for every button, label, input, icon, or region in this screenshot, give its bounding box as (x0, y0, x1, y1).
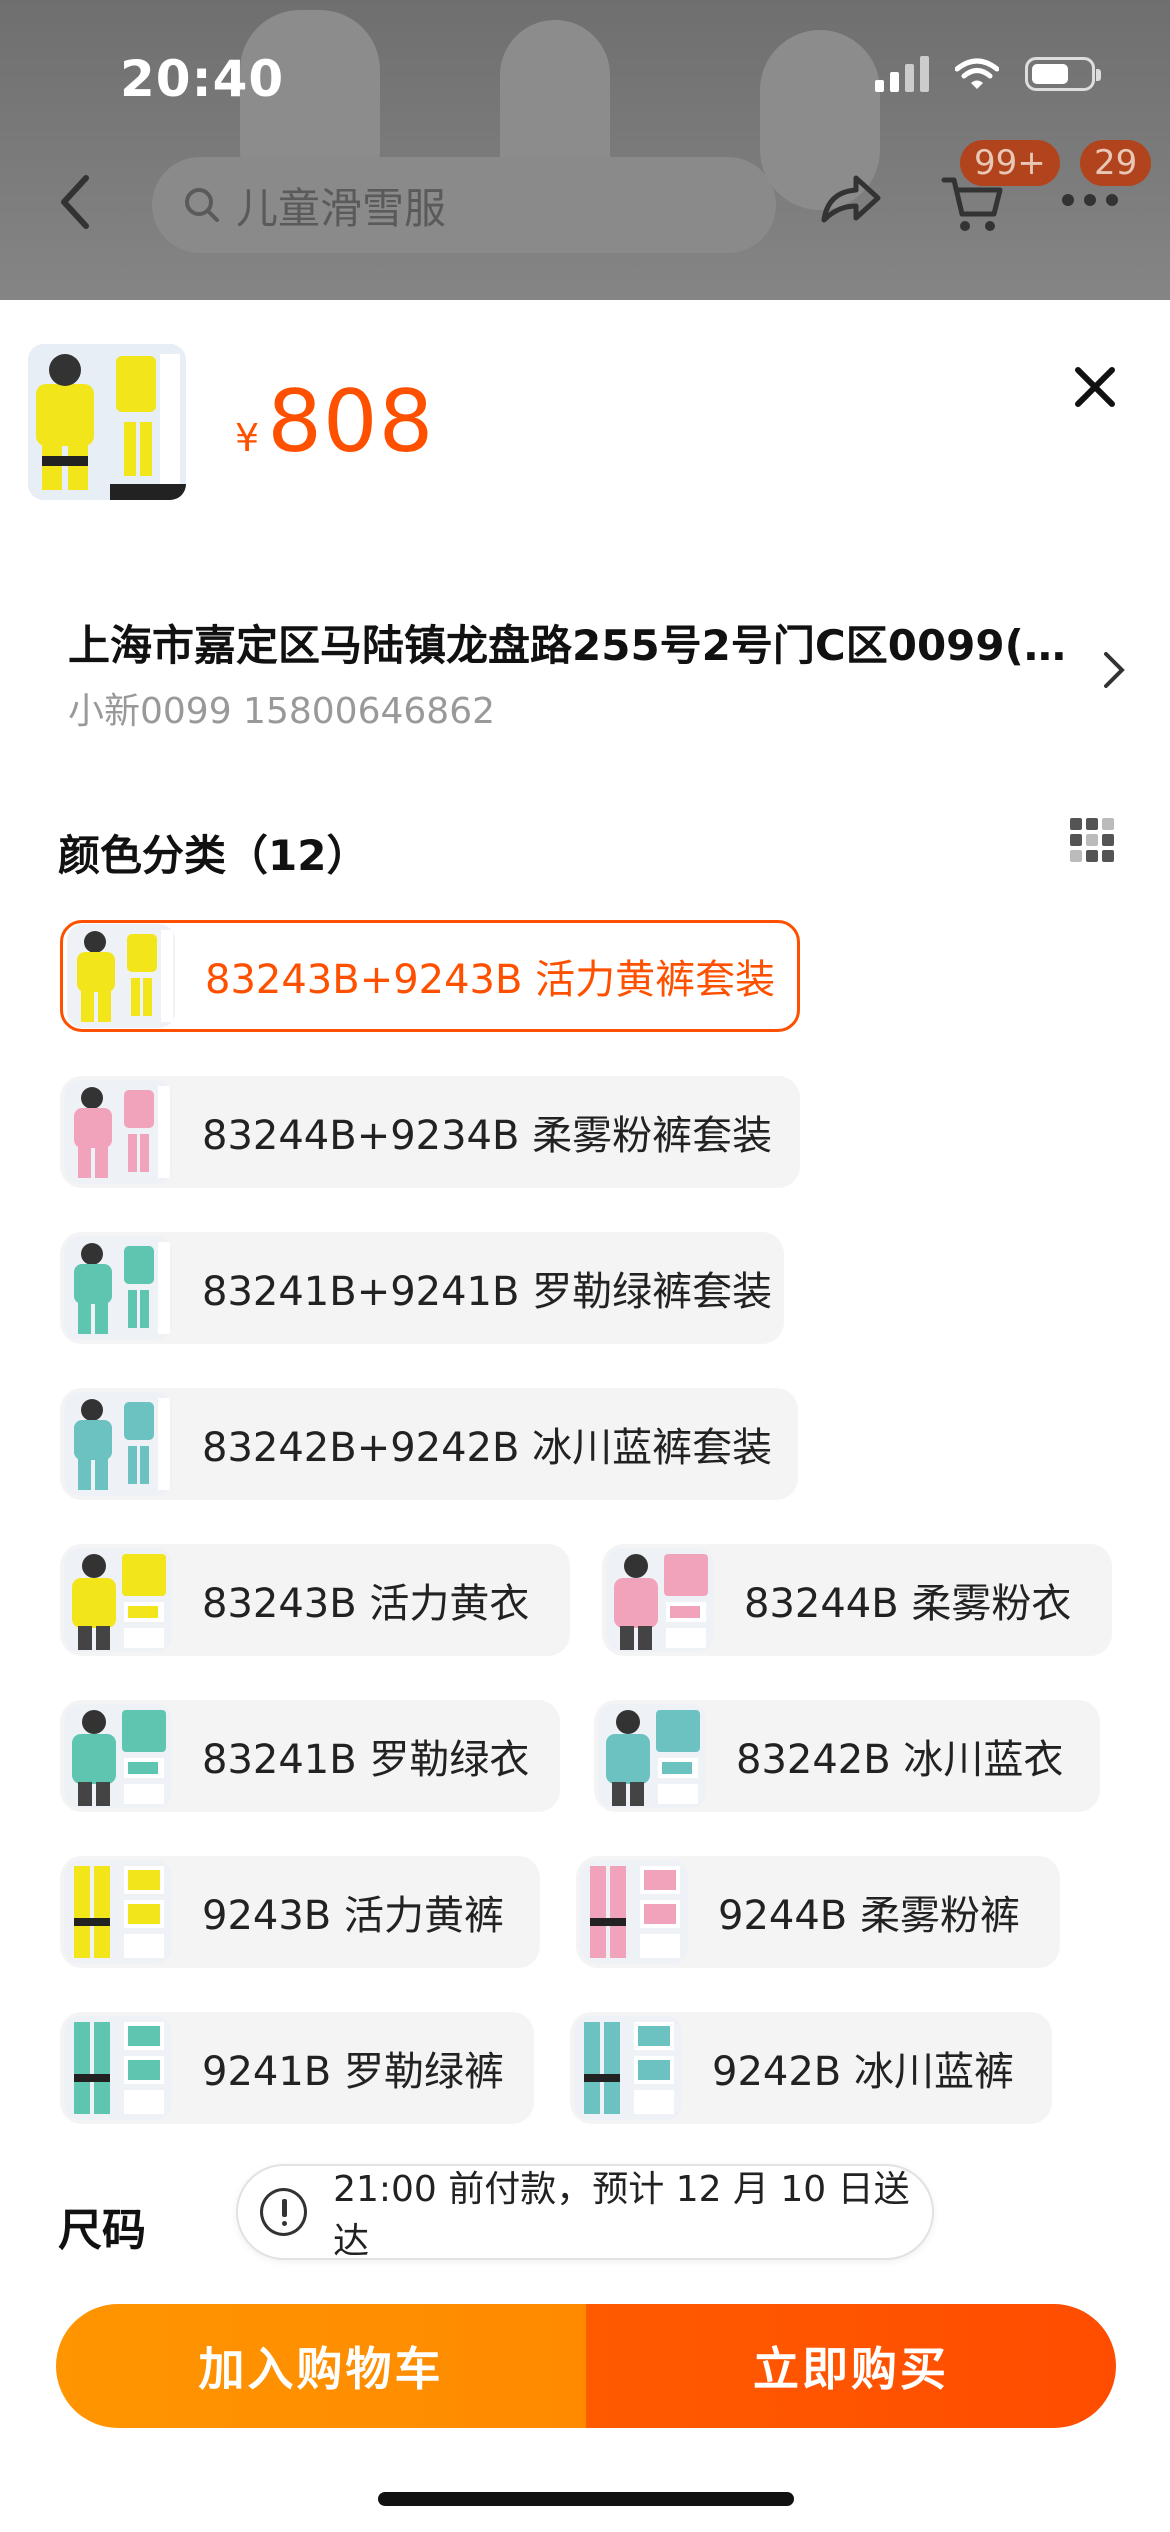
search-input: 儿童滑雪服 (236, 183, 447, 233)
color-option[interactable]: 83244B+9234B 柔雾粉裤套装 (60, 1076, 800, 1188)
color-option-label: 83243B 活力黄衣 (202, 1581, 530, 1627)
color-option-thumbnail (64, 1548, 172, 1652)
color-option-thumbnail (64, 2016, 172, 2120)
size-section-title: 尺码 (58, 2205, 146, 2256)
color-option-thumbnail (598, 1704, 706, 1808)
color-option[interactable]: 83241B 罗勒绿衣 (60, 1700, 560, 1812)
color-option-label: 83244B+9234B 柔雾粉裤套装 (202, 1113, 773, 1159)
color-option-label: 83242B 冰川蓝衣 (736, 1737, 1064, 1783)
color-option[interactable]: 9244B 柔雾粉裤 (576, 1856, 1060, 1968)
color-option-thumbnail (64, 1392, 172, 1496)
color-option[interactable]: 9242B 冰川蓝裤 (570, 2012, 1052, 2124)
search-bar[interactable]: 儿童滑雪服 (152, 157, 776, 253)
status-icons (875, 56, 1101, 92)
wifi-icon (955, 58, 999, 89)
color-option-label: 83242B+9242B 冰川蓝裤套装 (202, 1425, 773, 1471)
color-option[interactable]: 83242B+9242B 冰川蓝裤套装 (60, 1388, 798, 1500)
add-to-cart-button[interactable]: 加入购物车 (56, 2304, 586, 2428)
color-option-thumbnail (574, 2016, 682, 2120)
color-option[interactable]: 83242B 冰川蓝衣 (594, 1700, 1100, 1812)
sku-selector-sheet: ¥ 808 上海市嘉定区马陆镇龙盘路255号2号门C区0099(... 小新00… (0, 300, 1170, 2532)
color-option[interactable]: 83241B+9241B 罗勒绿裤套装 (60, 1232, 784, 1344)
grid-view-icon[interactable] (1070, 818, 1114, 862)
color-option-thumbnail (64, 1236, 172, 1340)
cart-button[interactable]: 99+ (940, 140, 1060, 240)
info-icon (260, 2188, 308, 2236)
price-value: 808 (267, 372, 435, 472)
background-page: 20:40 儿童滑雪服 99+ 29 (0, 0, 1170, 300)
color-option[interactable]: 83243B 活力黄衣 (60, 1544, 570, 1656)
color-option-label: 9242B 冰川蓝裤 (712, 2049, 1014, 2095)
delivery-tip: 21:00 前付款，预计 12 月 10 日送达 (236, 2164, 934, 2262)
color-option-thumbnail (580, 1860, 688, 1964)
color-option[interactable]: 83244B 柔雾粉衣 (602, 1544, 1112, 1656)
color-option-label: 9244B 柔雾粉裤 (718, 1893, 1020, 1939)
status-time: 20:40 (120, 50, 285, 108)
color-option-label: 83241B+9241B 罗勒绿裤套装 (202, 1269, 773, 1315)
color-option[interactable]: 9241B 罗勒绿裤 (60, 2012, 534, 2124)
color-section-title: 颜色分类（12） (58, 831, 369, 880)
more-icon (1062, 194, 1118, 206)
color-option-thumbnail (606, 1548, 714, 1652)
color-option-thumbnail (67, 924, 175, 1028)
color-option-thumbnail (64, 1860, 172, 1964)
address-line: 上海市嘉定区马陆镇龙盘路255号2号门C区0099(... (68, 621, 1068, 670)
product-thumbnail[interactable] (28, 344, 186, 500)
price: ¥ 808 (235, 372, 434, 472)
message-badge: 29 (1080, 140, 1152, 186)
close-icon[interactable] (1070, 362, 1120, 412)
more-button[interactable]: 29 (1060, 140, 1152, 214)
color-option-label: 9241B 罗勒绿裤 (202, 2049, 504, 2095)
address-contact: 小新0099 15800646862 (68, 691, 496, 732)
color-option[interactable]: 9243B 活力黄裤 (60, 1856, 540, 1968)
color-option-label: 83241B 罗勒绿衣 (202, 1737, 530, 1783)
home-indicator (378, 2492, 794, 2506)
currency-symbol: ¥ (235, 416, 260, 460)
battery-icon (1025, 57, 1101, 91)
action-bar: 加入购物车 立即购买 (56, 2304, 1116, 2428)
delivery-tip-text: 21:00 前付款，预计 12 月 10 日送达 (333, 2169, 910, 2262)
color-option[interactable]: 83243B+9243B 活力黄裤套装 (60, 920, 800, 1032)
color-option-label: 83243B+9243B 活力黄裤套装 (205, 957, 776, 1003)
share-icon[interactable] (818, 168, 884, 228)
color-option-thumbnail (64, 1704, 172, 1808)
signal-icon (875, 56, 929, 92)
color-option-label: 83244B 柔雾粉衣 (744, 1581, 1072, 1627)
cart-badge: 99+ (960, 140, 1060, 186)
back-icon[interactable] (52, 172, 96, 232)
color-option-label: 9243B 活力黄裤 (202, 1893, 504, 1939)
buy-now-button[interactable]: 立即购买 (586, 2304, 1116, 2428)
color-option-thumbnail (64, 1080, 172, 1184)
chevron-right-icon (1104, 652, 1125, 688)
search-icon (185, 188, 219, 222)
